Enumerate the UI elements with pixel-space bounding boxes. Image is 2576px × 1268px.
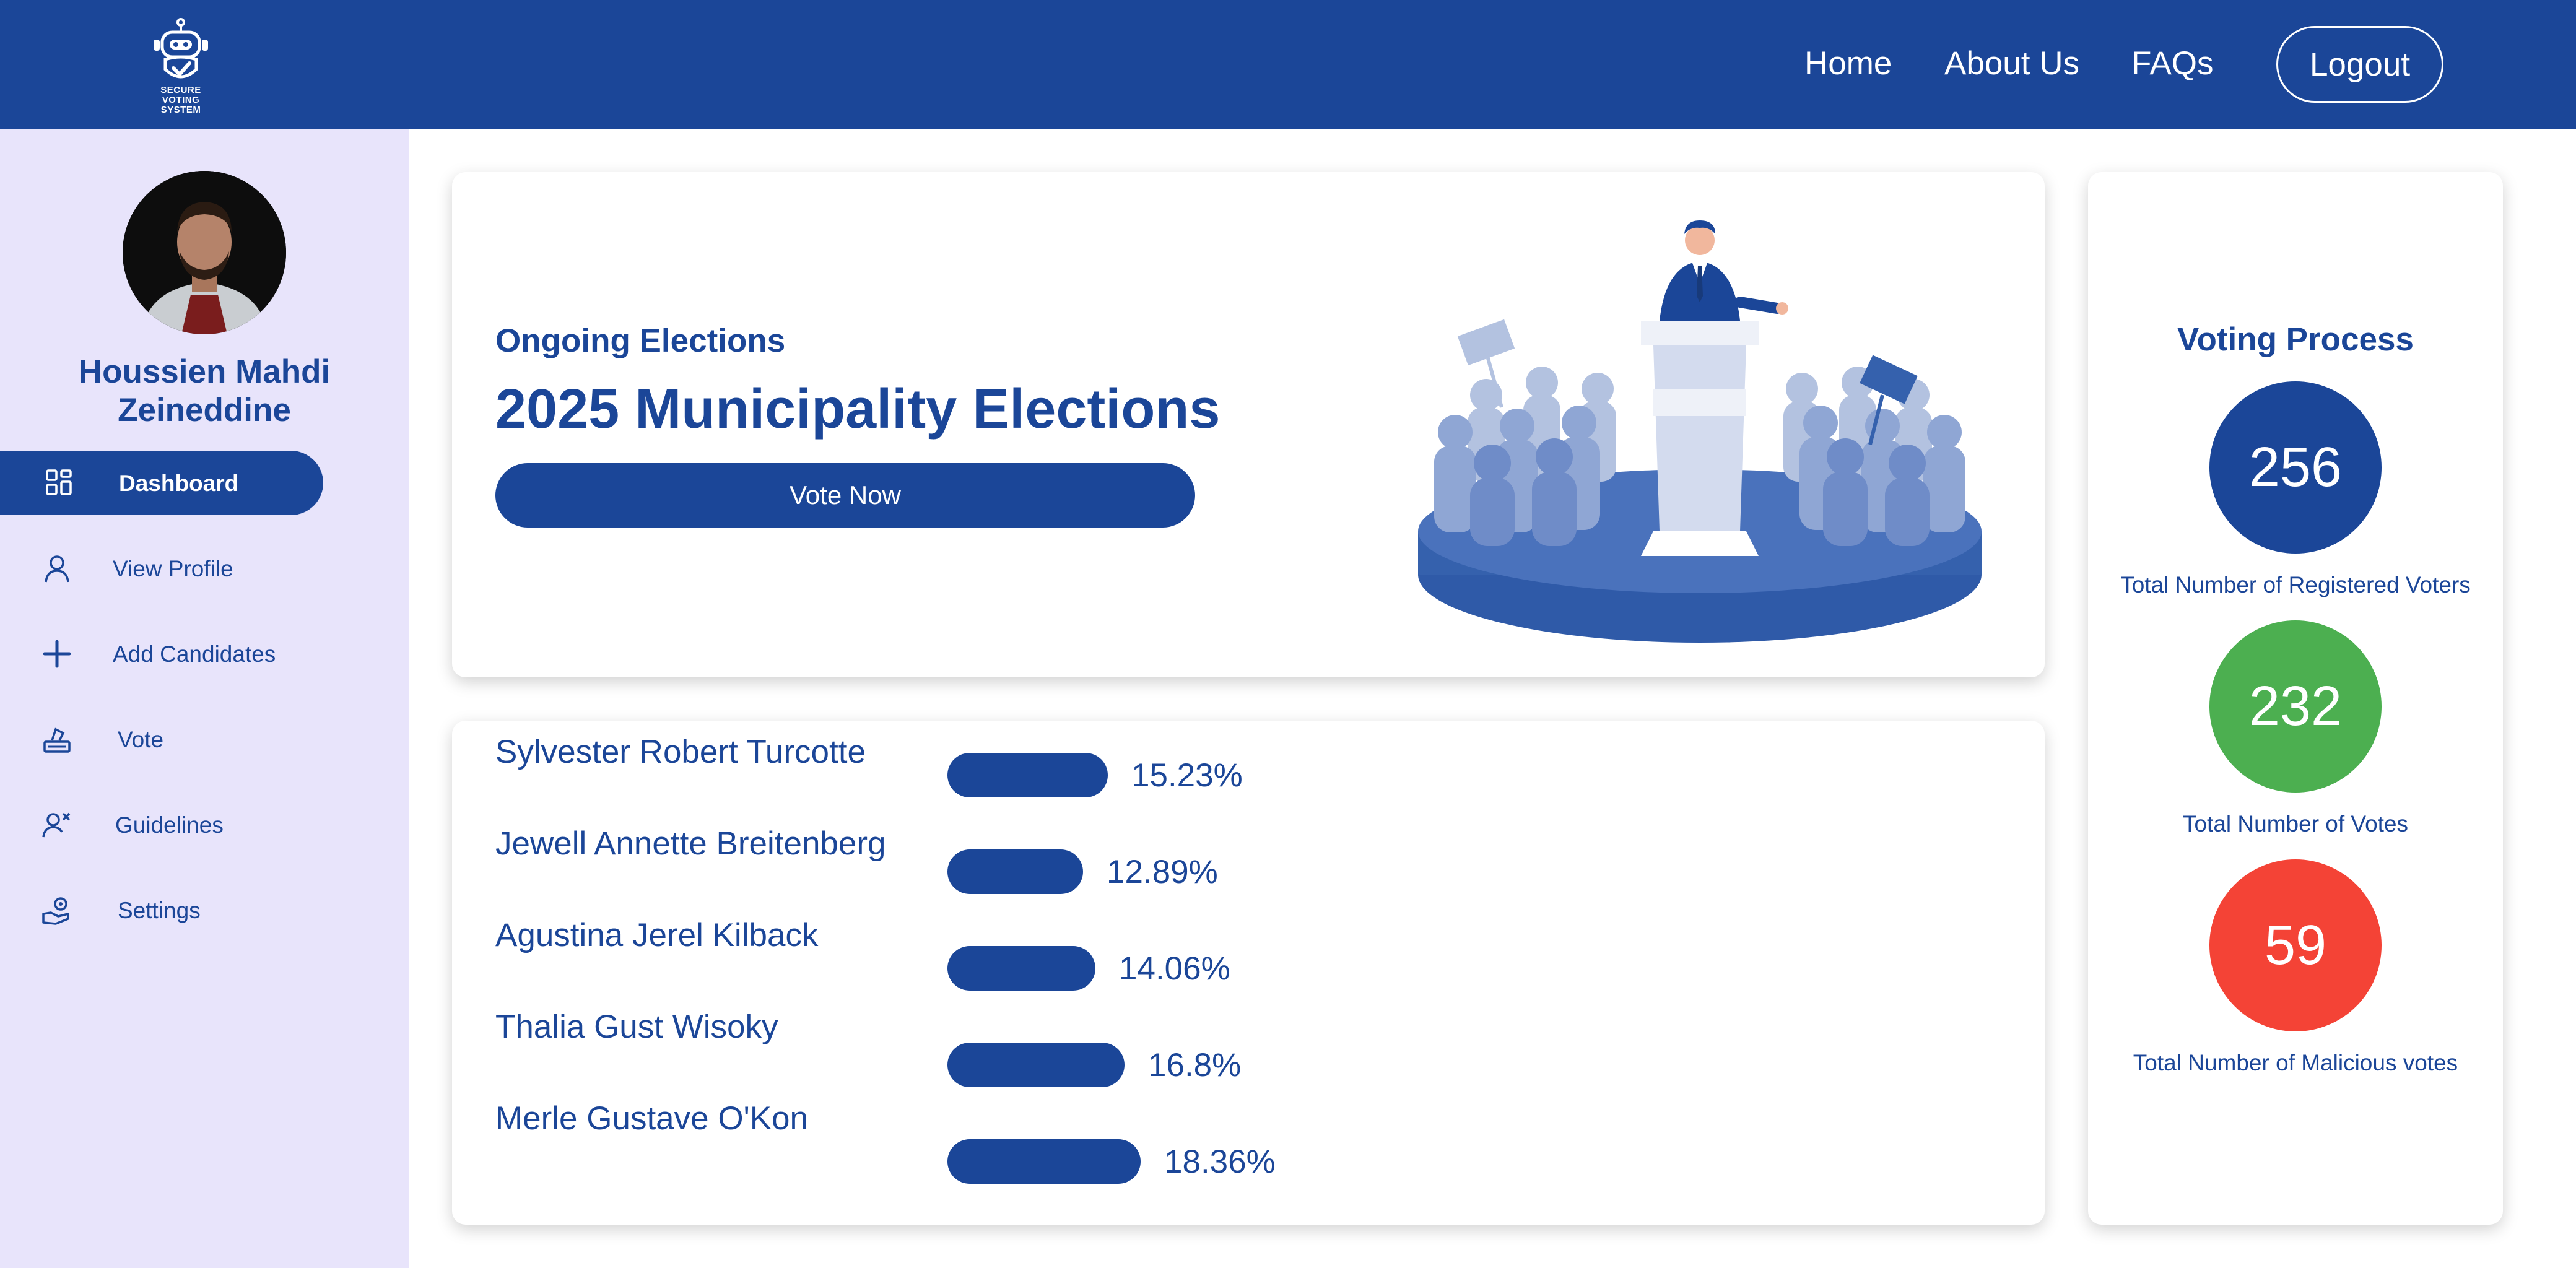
sidebar-item-label: Dashboard (119, 471, 239, 496)
total-votes-label: Total Number of Votes (2182, 811, 2409, 836)
user-name: Houssien Mahdi Zeineddine (78, 354, 331, 428)
candidate-name: Thalia Gust Wisoky (495, 1009, 778, 1045)
voting-process-title: Voting Process (2177, 321, 2414, 358)
candidate-progress-bar (947, 946, 1095, 991)
candidate-progress-bar (947, 1043, 1125, 1087)
user-avatar[interactable] (123, 171, 286, 334)
candidate-name: Sylvester Robert Turcotte (495, 734, 866, 770)
ongoing-elections-label: Ongoing Elections (495, 323, 786, 359)
logo-text: SECURE VOTING SYSTEM (160, 85, 201, 115)
sidebar-item-dashboard[interactable]: Dashboard (0, 451, 323, 515)
malicious-votes-count: 59 (2209, 859, 2382, 1031)
ongoing-election-card: Ongoing Elections 2025 Municipality Elec… (452, 172, 2045, 677)
candidate-percentage: 16.8% (1148, 1047, 1242, 1083)
sidebar: Houssien Mahdi Zeineddine Dashboard View… (0, 129, 409, 1268)
election-title: 2025 Municipality Elections (495, 378, 1221, 440)
candidate-percentage: 15.23% (1131, 757, 1243, 794)
sidebar-item-label: View Profile (113, 556, 233, 581)
dashboard-grid-icon (46, 469, 72, 495)
vote-now-button[interactable]: Vote Now (495, 463, 1195, 528)
candidate-percentage: 12.89% (1107, 854, 1218, 890)
sidebar-item-label: Guidelines (115, 812, 224, 838)
total-votes-count: 232 (2209, 620, 2382, 792)
sidebar-item-label: Settings (118, 898, 201, 923)
user-icon (45, 555, 69, 583)
registered-voters-count: 256 (2209, 381, 2382, 554)
nav-faqs-link[interactable]: FAQs (2131, 45, 2214, 82)
voting-process-card: Voting Process 256 Total Number of Regis… (2088, 172, 2503, 1225)
malicious-votes-label: Total Number of Malicious votes (2133, 1050, 2458, 1075)
nav-about-us-link[interactable]: About Us (1944, 45, 2079, 82)
logout-button[interactable]: Logout (2276, 26, 2443, 103)
candidate-percentage: 18.36% (1164, 1144, 1276, 1180)
sidebar-item-view-profile[interactable]: View Profile (0, 536, 323, 601)
ballot-box-icon (43, 727, 71, 753)
candidate-percentage: 14.06% (1119, 950, 1230, 987)
user-x-icon (42, 812, 71, 838)
candidate-name: Jewell Annette Breitenberg (495, 825, 886, 862)
sidebar-item-label: Add Candidates (113, 641, 276, 667)
sidebar-item-add-candidates[interactable]: Add Candidates (0, 622, 323, 686)
sidebar-item-vote[interactable]: Vote (0, 707, 323, 771)
robot-shield-icon (154, 18, 208, 79)
election-speaker-illustration (1418, 220, 1982, 643)
sidebar-item-label: Vote (118, 727, 164, 752)
candidate-results-card: Sylvester Robert Turcotte 15.23% Jewell … (452, 721, 2045, 1225)
registered-voters-label: Total Number of Registered Voters (2120, 572, 2471, 597)
sidebar-item-guidelines[interactable]: Guidelines (0, 792, 323, 857)
plus-icon (43, 640, 71, 668)
candidate-progress-bar (947, 753, 1108, 797)
candidate-name: Agustina Jerel Kilback (495, 917, 819, 953)
top-navbar: SECURE VOTING SYSTEM Home About Us FAQs … (0, 0, 2576, 129)
candidate-progress-bar (947, 849, 1083, 894)
secure-voting-logo[interactable]: SECURE VOTING SYSTEM (131, 17, 230, 115)
candidate-name: Merle Gustave O'Kon (495, 1100, 809, 1137)
sidebar-item-settings[interactable]: Settings (0, 878, 323, 942)
candidate-progress-bar (947, 1139, 1141, 1184)
hand-gear-icon (42, 897, 69, 925)
nav-home-link[interactable]: Home (1804, 45, 1892, 82)
